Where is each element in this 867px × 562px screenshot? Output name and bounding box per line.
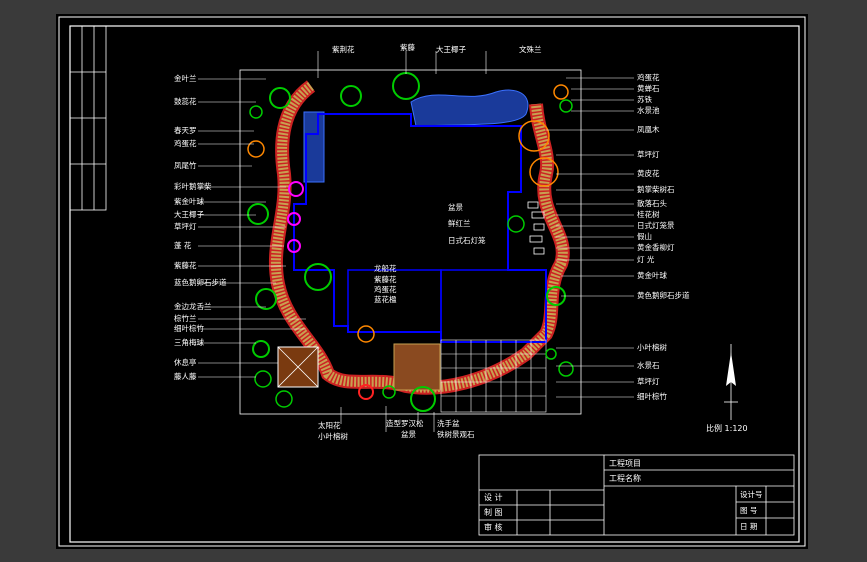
plant-label: 鸡蛋花 (374, 284, 397, 294)
plant-label: 春天罗 (174, 125, 197, 135)
top-labels: 紫荆花 紫藤 大王椰子 文殊兰 (332, 42, 542, 54)
plant-label: 紫藤花 (374, 274, 397, 284)
plant-label: 三角梅球 (174, 337, 204, 347)
plant-label: 大王椰子 (436, 44, 466, 54)
plant-label: 桂花树 (637, 209, 660, 219)
plant-label: 盆景 (401, 429, 416, 439)
title-block: 工程项目 工程名称 设 计 制 图 审 核 设计号 图 号 日 期 (484, 459, 763, 532)
project-label: 工程项目 (609, 459, 641, 468)
plant-label: 假山 (637, 231, 652, 241)
plant-label: 鲜红兰 (448, 218, 471, 228)
plant-label: 黄皮花 (637, 168, 660, 178)
right-labels: 鸡蛋花 黄蝉石 苏铁 水景池 凤凰木 草坪灯 黄皮花 鹅掌柴树石 散落石头 桂花… (637, 72, 690, 401)
plant-label: 黄色鹅卵石步道 (637, 290, 690, 300)
scale-label: 比例 1:120 (706, 423, 748, 433)
plant-label: 文殊兰 (519, 44, 542, 54)
plant-label: 洗手盆 (437, 418, 460, 428)
plant-label: 紫金叶球 (174, 196, 204, 206)
plant-label: 日式灯笼景 (637, 220, 675, 230)
annotation-text-layer: 金叶兰 鼓蕊花 春天罗 鸡蛋花 凤尾竹 彩叶鹅掌柴 紫金叶球 大王椰子 草坪灯 … (174, 42, 763, 532)
plant-label: 凤凰木 (637, 124, 660, 134)
plant-label: 蓬 花 (174, 240, 192, 250)
plant-label: 鹅掌柴树石 (637, 184, 675, 194)
plant-label: 鸡蛋花 (174, 138, 197, 148)
plant-label: 蓝色鹅卵石步道 (174, 277, 227, 287)
plant-label: 彩叶鹅掌柴 (174, 181, 212, 191)
drawing-no-label: 设计号 (740, 489, 763, 499)
plant-label: 大王椰子 (174, 209, 204, 219)
plant-label: 蓝花楹 (374, 294, 397, 304)
plant-label: 草坪灯 (637, 149, 660, 159)
plant-label: 水景池 (637, 105, 660, 115)
date-label: 日 期 (740, 522, 757, 531)
plant-label: 金叶兰 (174, 73, 197, 83)
plant-label: 藤人藤 (174, 371, 197, 381)
plant-label: 散落石头 (637, 198, 667, 208)
plant-label: 小叶榕树 (318, 431, 348, 441)
inner-labels: 龙船花 紫藤花 鸡蛋花 蓝花楹 盆景 鲜红兰 日式石灯笼 (374, 202, 486, 304)
plant-label: 黄蝉石 (637, 83, 660, 93)
plant-label: 太阳花 (318, 420, 341, 430)
plant-label: 龙船花 (374, 263, 397, 273)
sheet-no-label: 图 号 (740, 506, 757, 515)
plant-label: 草坪灯 (174, 221, 197, 231)
plant-label: 休息亭 (174, 357, 197, 367)
plant-label: 小叶榕树 (637, 342, 667, 352)
plant-label: 棕竹兰 (174, 313, 197, 323)
bottom-labels: 太阳花 小叶榕树 造型罗汉松 盆景 洗手盆 铁树景观石 (318, 418, 475, 441)
plant-label: 紫藤花 (174, 260, 197, 270)
plant-label: 紫藤 (400, 42, 415, 52)
draw-label: 制 图 (484, 507, 503, 517)
plant-label: 细叶棕竹 (174, 323, 204, 333)
left-labels: 金叶兰 鼓蕊花 春天罗 鸡蛋花 凤尾竹 彩叶鹅掌柴 紫金叶球 大王椰子 草坪灯 … (174, 73, 227, 381)
drawing-sheet: 金叶兰 鼓蕊花 春天罗 鸡蛋花 凤尾竹 彩叶鹅掌柴 紫金叶球 大王椰子 草坪灯 … (56, 14, 808, 549)
plant-label: 草坪灯 (637, 376, 660, 386)
plant-label: 水景石 (637, 360, 660, 370)
plant-label: 日式石灯笼 (448, 235, 486, 245)
plant-label: 黄金叶球 (637, 270, 667, 280)
plant-label: 盆景 (448, 202, 463, 212)
plant-label: 细叶棕竹 (637, 391, 667, 401)
plant-label: 造型罗汉松 (386, 418, 424, 428)
plant-label: 鸡蛋花 (637, 72, 660, 82)
plant-label: 黄金香柳灯 (637, 242, 675, 252)
plant-label: 铁树景观石 (437, 429, 475, 439)
plant-label: 凤尾竹 (174, 160, 197, 170)
project-name-label: 工程名称 (609, 473, 641, 483)
plant-label: 金边龙舌兰 (174, 301, 212, 311)
plant-label: 灯 光 (637, 254, 655, 264)
review-label: 审 核 (484, 522, 503, 532)
design-label: 设 计 (484, 492, 503, 502)
plant-label: 紫荆花 (332, 44, 355, 54)
plant-label: 苏铁 (637, 94, 652, 104)
plant-label: 鼓蕊花 (174, 96, 197, 106)
